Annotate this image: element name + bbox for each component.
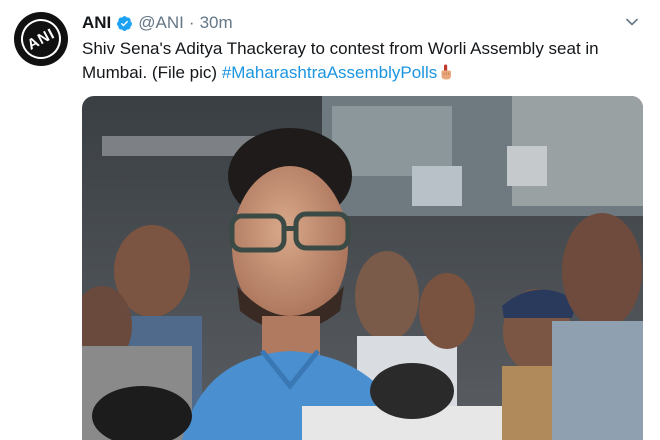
tweet-card[interactable]: ANI ANI @ANI · 30m Shiv Sena's Aditya Th… bbox=[0, 0, 660, 440]
display-name[interactable]: ANI bbox=[82, 12, 111, 34]
separator-dot: · bbox=[188, 13, 195, 32]
verified-icon bbox=[117, 15, 133, 31]
handle[interactable]: @ANI bbox=[138, 12, 184, 34]
raised-finger-icon bbox=[441, 64, 452, 80]
hashtag-link[interactable]: #MaharashtraAssemblyPolls bbox=[222, 63, 437, 82]
avatar[interactable]: ANI bbox=[13, 11, 69, 67]
ani-logo-icon: ANI bbox=[13, 11, 69, 67]
tweet-header: ANI @ANI · 30m bbox=[82, 12, 233, 34]
timestamp[interactable]: 30m bbox=[200, 12, 233, 34]
tweet-photo[interactable] bbox=[82, 96, 643, 440]
tweet-text: Shiv Sena's Aditya Thackeray to contest … bbox=[82, 37, 642, 85]
avatar-logo-text: ANI bbox=[24, 24, 58, 54]
caret-down-icon[interactable] bbox=[624, 14, 640, 30]
photo-icon bbox=[82, 96, 643, 440]
